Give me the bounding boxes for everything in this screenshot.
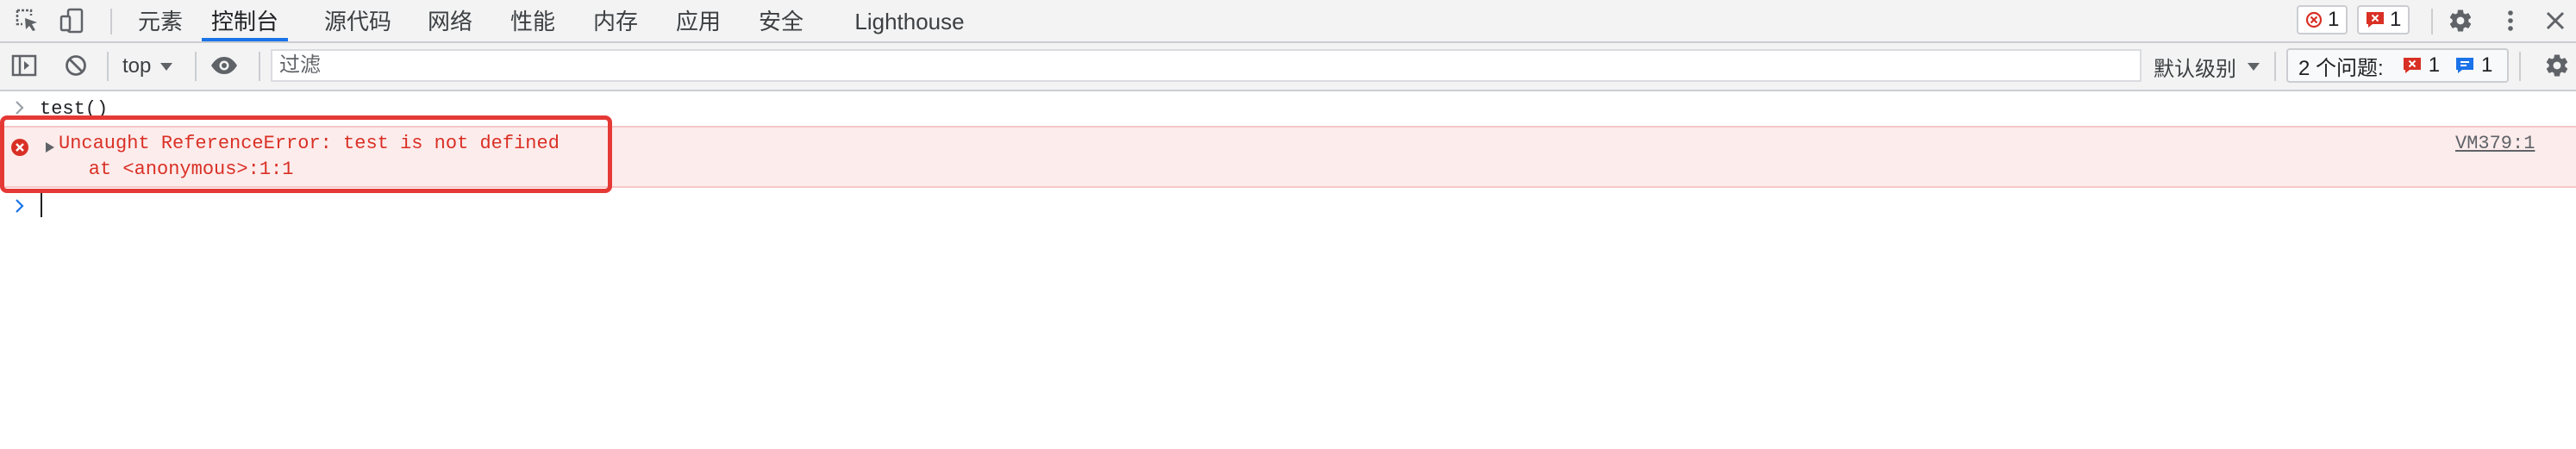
error-icon bbox=[2305, 11, 2323, 28]
tabbar-divider-right bbox=[2431, 9, 2433, 34]
error-count: 1 bbox=[2328, 8, 2340, 31]
prompt-chevron-icon bbox=[16, 101, 24, 115]
info-icon bbox=[2456, 58, 2474, 73]
tab-sources[interactable]: 源代码 bbox=[324, 0, 391, 41]
sidebar-icon[interactable] bbox=[10, 52, 38, 79]
tab-console[interactable]: 控制台 bbox=[202, 0, 288, 41]
tab-application[interactable]: 应用 bbox=[676, 0, 721, 41]
toolbar-divider-2 bbox=[195, 52, 197, 81]
tab-security[interactable]: 安全 bbox=[759, 0, 803, 41]
log-levels-dropdown[interactable]: 默认级别 bbox=[2154, 43, 2260, 90]
issue-count: 1 bbox=[2390, 8, 2402, 31]
chevron-down-icon bbox=[2248, 63, 2260, 71]
tab-network[interactable]: 网络 bbox=[428, 0, 472, 41]
devtools-tabbar: 元素 控制台 源代码 网络 性能 内存 应用 安全 Lighthouse 1 1 bbox=[0, 0, 2576, 43]
eye-icon[interactable] bbox=[210, 52, 238, 79]
console-prompt-caret[interactable] bbox=[41, 191, 42, 217]
prompt-chevron-icon bbox=[16, 199, 24, 213]
inspect-element-icon[interactable] bbox=[14, 7, 41, 34]
console-toolbar: top 默认级别 2 个问题: 1 1 bbox=[0, 43, 2576, 91]
tab-performance[interactable]: 性能 bbox=[510, 0, 555, 41]
toolbar-divider-4 bbox=[2274, 52, 2276, 81]
chevron-down-icon bbox=[160, 63, 173, 71]
tab-memory[interactable]: 内存 bbox=[593, 0, 638, 41]
issue-error-icon bbox=[2367, 12, 2384, 28]
issues-error-count: 1 bbox=[2428, 53, 2441, 77]
context-value: top bbox=[122, 54, 152, 78]
tabbar-divider bbox=[110, 9, 112, 34]
issue-error-icon bbox=[2403, 58, 2421, 73]
tab-elements[interactable]: 元素 bbox=[138, 0, 183, 41]
filter-input[interactable] bbox=[272, 51, 2140, 80]
console-settings-icon[interactable] bbox=[2543, 52, 2571, 79]
error-count-badge[interactable]: 1 bbox=[2297, 5, 2348, 34]
issues-button[interactable]: 2 个问题: 1 1 bbox=[2286, 48, 2509, 83]
toolbar-divider-3 bbox=[259, 52, 260, 81]
settings-icon[interactable] bbox=[2447, 7, 2474, 34]
close-icon[interactable] bbox=[2542, 7, 2569, 34]
toolbar-divider bbox=[107, 52, 109, 81]
more-icon[interactable] bbox=[2497, 7, 2524, 34]
issue-count-badge[interactable]: 1 bbox=[2357, 5, 2410, 34]
error-source-link[interactable]: VM379:1 bbox=[2455, 133, 2535, 154]
clear-console-icon[interactable] bbox=[62, 52, 90, 79]
issues-label: 2 个问题: bbox=[2298, 56, 2384, 80]
tab-lighthouse[interactable]: Lighthouse bbox=[853, 0, 966, 41]
filter-field[interactable] bbox=[271, 49, 2141, 82]
toolbar-divider-5 bbox=[2519, 52, 2521, 81]
context-selector[interactable]: top bbox=[122, 43, 173, 90]
log-levels-label: 默认级别 bbox=[2154, 57, 2236, 81]
issues-info-count: 1 bbox=[2481, 53, 2493, 77]
device-toggle-icon[interactable] bbox=[59, 7, 86, 34]
error-highlight-annotation bbox=[0, 115, 612, 193]
